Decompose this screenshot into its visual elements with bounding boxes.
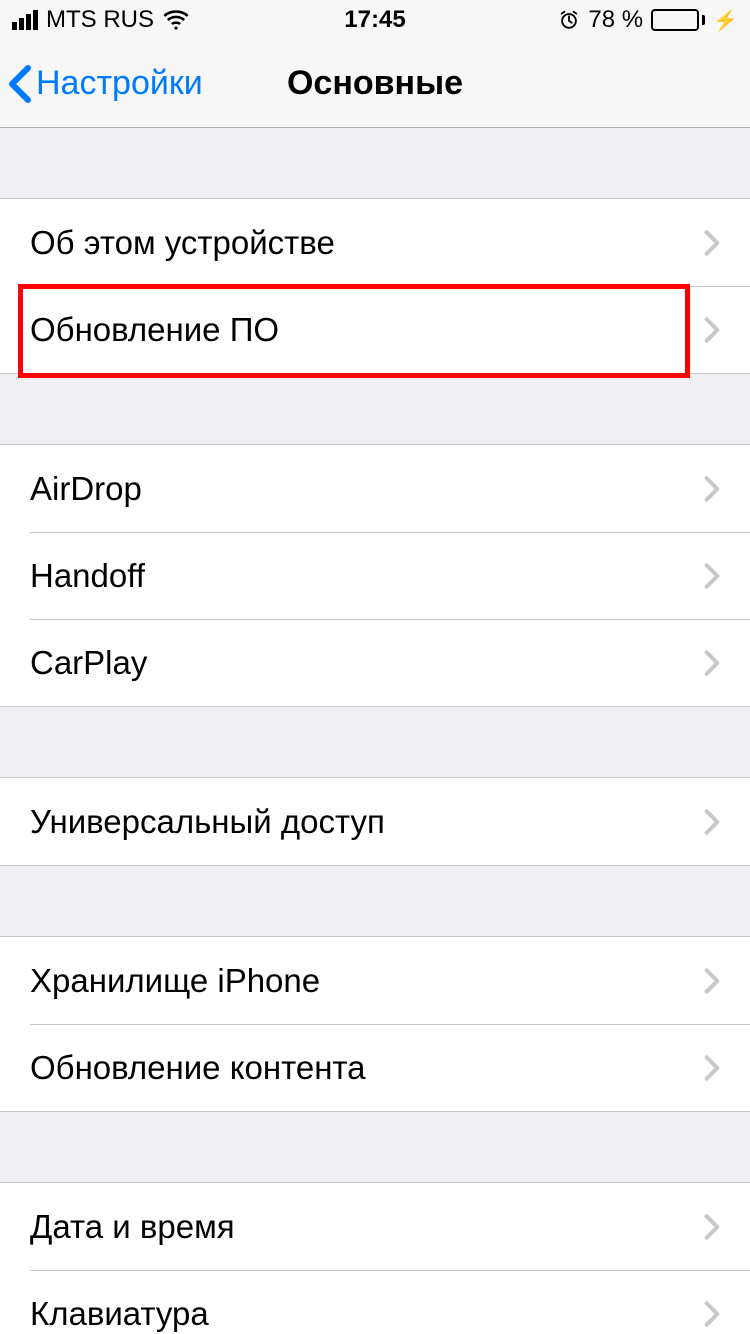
chevron-right-icon: [704, 475, 720, 503]
group-spacer: [0, 374, 750, 444]
chevron-right-icon: [704, 1300, 720, 1328]
row-label: Handoff: [30, 557, 704, 595]
back-label: Настройки: [36, 64, 203, 103]
row-handoff[interactable]: Handoff: [0, 532, 750, 619]
nav-bar: Настройки Основные: [0, 40, 750, 128]
chevron-right-icon: [704, 1213, 720, 1241]
group-spacer: [0, 866, 750, 936]
chevron-right-icon: [704, 649, 720, 677]
row-label: Обновление ПО: [30, 311, 704, 349]
chevron-right-icon: [704, 316, 720, 344]
row-label: Обновление контента: [30, 1049, 704, 1087]
row-keyboard[interactable]: Клавиатура: [0, 1270, 750, 1334]
group-spacer: [0, 128, 750, 198]
chevron-right-icon: [704, 562, 720, 590]
battery-percent: 78 %: [588, 6, 643, 34]
wifi-icon: [162, 6, 190, 34]
chevron-right-icon: [704, 967, 720, 995]
signal-icon: [12, 10, 38, 30]
settings-group: Хранилище iPhone Обновление контента: [0, 936, 750, 1112]
group-spacer: [0, 1112, 750, 1182]
battery-icon: [651, 9, 705, 31]
row-label: AirDrop: [30, 470, 704, 508]
row-label: CarPlay: [30, 644, 704, 682]
status-bar: MTS RUS 17:45 78 % ⚡: [0, 0, 750, 40]
row-label: Об этом устройстве: [30, 224, 704, 262]
settings-group: Об этом устройстве Обновление ПО: [0, 198, 750, 374]
row-software-update[interactable]: Обновление ПО: [0, 286, 750, 373]
row-iphone-storage[interactable]: Хранилище iPhone: [0, 937, 750, 1024]
row-accessibility[interactable]: Универсальный доступ: [0, 778, 750, 865]
row-background-refresh[interactable]: Обновление контента: [0, 1024, 750, 1111]
group-spacer: [0, 707, 750, 777]
row-label: Клавиатура: [30, 1295, 704, 1333]
back-button[interactable]: Настройки: [0, 64, 203, 104]
chevron-right-icon: [704, 1054, 720, 1082]
row-label: Дата и время: [30, 1208, 704, 1246]
row-carplay[interactable]: CarPlay: [0, 619, 750, 706]
row-about[interactable]: Об этом устройстве: [0, 199, 750, 286]
row-date-time[interactable]: Дата и время: [0, 1183, 750, 1270]
alarm-icon: [558, 9, 580, 31]
row-label: Хранилище iPhone: [30, 962, 704, 1000]
settings-group: Универсальный доступ: [0, 777, 750, 866]
chevron-right-icon: [704, 808, 720, 836]
carrier-label: MTS RUS: [46, 6, 154, 34]
settings-group: AirDrop Handoff CarPlay: [0, 444, 750, 707]
row-label: Универсальный доступ: [30, 803, 704, 841]
chevron-right-icon: [704, 229, 720, 257]
settings-group: Дата и время Клавиатура: [0, 1182, 750, 1334]
charging-icon: ⚡: [713, 8, 738, 33]
chevron-left-icon: [8, 64, 32, 104]
row-airdrop[interactable]: AirDrop: [0, 445, 750, 532]
